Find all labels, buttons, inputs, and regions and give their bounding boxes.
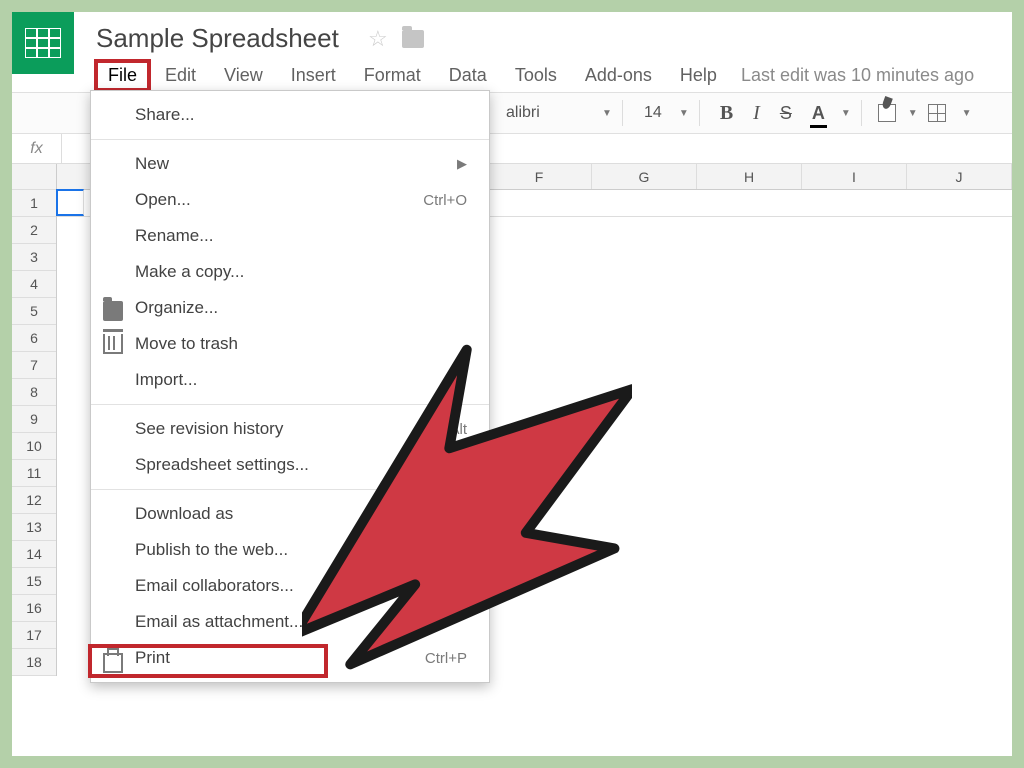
column-header[interactable]: J (907, 164, 1012, 189)
header: ☆ File Edit View Insert Format Data Tool… (12, 12, 1012, 92)
shortcut-text: Ctrl+O (423, 192, 467, 209)
menu-file[interactable]: File (94, 59, 151, 92)
menu-item-publish-to-web[interactable]: Publish to the web... (91, 532, 489, 568)
strikethrough-button[interactable]: S (780, 103, 792, 124)
italic-button[interactable]: I (753, 102, 760, 125)
menu-item-email-collaborators[interactable]: Email collaborators... (91, 568, 489, 604)
row-header[interactable]: 10 (12, 433, 56, 460)
text-color-button[interactable]: A (812, 103, 825, 124)
menu-item-email-as-attachment[interactable]: Email as attachment... (91, 604, 489, 640)
column-header[interactable]: H (697, 164, 802, 189)
menu-item-move-to-trash[interactable]: Move to trash (91, 326, 489, 362)
fill-color-button[interactable] (878, 104, 896, 122)
select-all-cell[interactable] (12, 164, 56, 190)
menu-view[interactable]: View (210, 59, 277, 92)
menu-item-new[interactable]: New ▶ (91, 146, 489, 182)
menu-item-label: Publish to the web... (135, 540, 288, 560)
fx-label: fx (12, 134, 62, 163)
title-area: ☆ File Edit View Insert Format Data Tool… (74, 12, 974, 92)
document-title[interactable] (94, 22, 354, 55)
menu-item-revision-history[interactable]: See revision history Ctrl+Alt (91, 411, 489, 447)
menu-item-open[interactable]: Open... Ctrl+O (91, 182, 489, 218)
menu-item-label: Open... (135, 190, 191, 210)
row-header[interactable]: 11 (12, 460, 56, 487)
row-header[interactable]: 6 (12, 325, 56, 352)
trash-icon (103, 334, 123, 354)
menu-item-print[interactable]: Print Ctrl+P (91, 640, 489, 676)
row-header[interactable]: 8 (12, 379, 56, 406)
font-size-selector[interactable]: 14 (633, 104, 673, 122)
menu-item-label: Make a copy... (135, 262, 244, 282)
sheets-logo[interactable] (12, 12, 74, 74)
menu-item-import[interactable]: Import... (91, 362, 489, 398)
chevron-down-icon: ▼ (962, 108, 972, 119)
menu-format[interactable]: Format (350, 59, 435, 92)
menu-item-label: Move to trash (135, 334, 238, 354)
menu-edit[interactable]: Edit (151, 59, 210, 92)
row-header[interactable]: 14 (12, 541, 56, 568)
folder-icon[interactable] (402, 30, 424, 48)
row-header[interactable]: 16 (12, 595, 56, 622)
chevron-down-icon: ▼ (908, 108, 918, 119)
menu-data[interactable]: Data (435, 59, 501, 92)
menu-item-label: Organize... (135, 298, 218, 318)
row-header[interactable]: 4 (12, 271, 56, 298)
menu-item-rename[interactable]: Rename... (91, 218, 489, 254)
row-headers: 1 2 3 4 5 6 7 8 9 10 11 12 13 14 15 16 1… (12, 164, 57, 676)
chevron-down-icon: ▼ (602, 108, 612, 119)
last-edit-text[interactable]: Last edit was 10 minutes ago (741, 65, 974, 86)
menu-insert[interactable]: Insert (277, 59, 350, 92)
menu-tools[interactable]: Tools (501, 59, 571, 92)
menu-item-label: Email as attachment... (135, 612, 303, 632)
row-header[interactable]: 18 (12, 649, 56, 676)
menu-item-make-copy[interactable]: Make a copy... (91, 254, 489, 290)
menu-item-label: New (135, 154, 169, 174)
menu-item-label: Email collaborators... (135, 576, 294, 596)
row-header[interactable]: 15 (12, 568, 56, 595)
column-header[interactable]: G (592, 164, 697, 189)
row-header[interactable]: 1 (12, 190, 56, 217)
selected-cell[interactable] (56, 189, 84, 216)
font-selector[interactable]: alibri (506, 104, 596, 122)
row-header[interactable]: 17 (12, 622, 56, 649)
folder-icon (103, 301, 123, 321)
menu-item-label: Import... (135, 370, 197, 390)
row-header[interactable]: 3 (12, 244, 56, 271)
row-header[interactable]: 13 (12, 514, 56, 541)
row-header[interactable]: 12 (12, 487, 56, 514)
row-header[interactable]: 7 (12, 352, 56, 379)
menu-item-download-as[interactable]: Download as (91, 496, 489, 532)
chevron-down-icon: ▼ (679, 108, 689, 119)
file-menu-dropdown: Share... New ▶ Open... Ctrl+O Rename... Ma… (90, 90, 490, 683)
menubar: File Edit View Insert Format Data Tools … (94, 55, 974, 92)
chevron-down-icon: ▼ (841, 108, 851, 119)
shortcut-text: Ctrl+P (425, 650, 467, 667)
row-header[interactable]: 9 (12, 406, 56, 433)
menu-item-label: Print (135, 648, 170, 668)
menu-item-organize[interactable]: Organize... (91, 290, 489, 326)
menu-item-label: Share... (135, 105, 195, 125)
bold-button[interactable]: B (720, 102, 733, 125)
menu-item-label: Rename... (135, 226, 213, 246)
app-window: ☆ File Edit View Insert Format Data Tool… (12, 12, 1012, 756)
star-icon[interactable]: ☆ (368, 26, 388, 52)
menu-help[interactable]: Help (666, 59, 731, 92)
menu-item-spreadsheet-settings[interactable]: Spreadsheet settings... (91, 447, 489, 483)
borders-button[interactable] (928, 104, 946, 122)
print-icon (103, 653, 123, 673)
row-header[interactable]: 2 (12, 217, 56, 244)
menu-item-label: Download as (135, 504, 233, 524)
column-header[interactable]: F (487, 164, 592, 189)
menu-addons[interactable]: Add-ons (571, 59, 666, 92)
row-header[interactable]: 5 (12, 298, 56, 325)
menu-item-label: See revision history (135, 419, 283, 439)
column-header[interactable]: I (802, 164, 907, 189)
shortcut-text: Ctrl+Alt (417, 421, 467, 438)
submenu-arrow-icon: ▶ (457, 156, 467, 172)
sheets-icon (25, 28, 61, 58)
menu-item-share[interactable]: Share... (91, 97, 489, 133)
menu-item-label: Spreadsheet settings... (135, 455, 309, 475)
